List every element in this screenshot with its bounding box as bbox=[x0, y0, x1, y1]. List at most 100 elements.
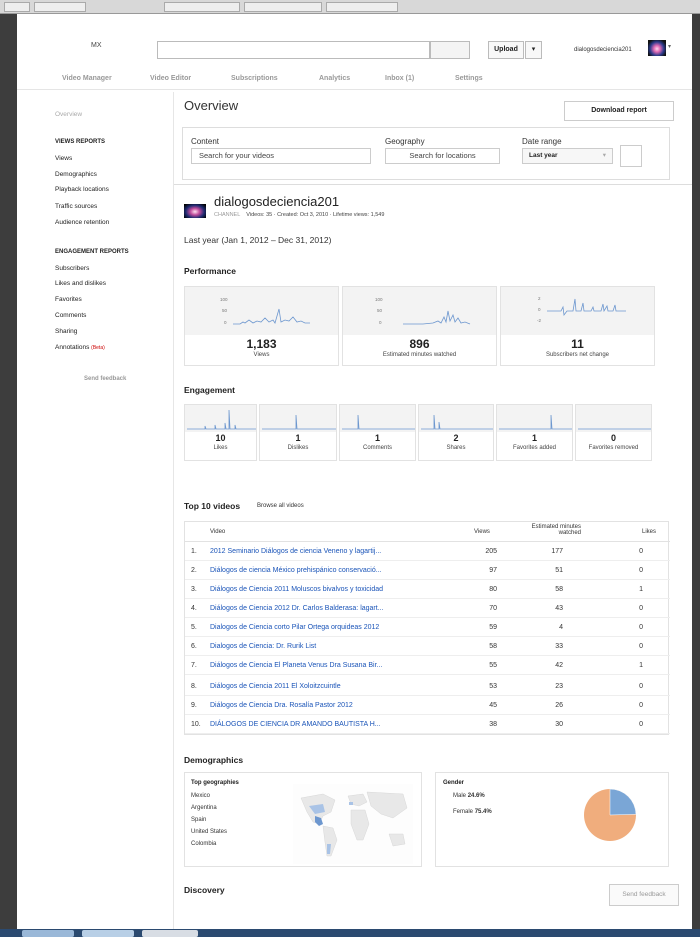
col-likes[interactable]: Likes bbox=[642, 529, 656, 535]
sidebar-item-audience-retention[interactable]: Audience retention bbox=[55, 219, 109, 226]
engagement-card-likes[interactable]: 10 Likes bbox=[184, 404, 257, 461]
subscribers-label: Subscribers net change bbox=[545, 352, 610, 358]
table-row[interactable]: 2. Diálogos de ciencia México prehispánic… bbox=[185, 562, 670, 580]
geography-search-input[interactable]: Search for locations bbox=[385, 148, 500, 164]
channel-stats: Videos: 35 · Created: Oct 3, 2010 · Life… bbox=[246, 212, 385, 218]
video-title-link[interactable]: Diálogos de Ciencia 2011 Moluscos bivalv… bbox=[210, 586, 383, 593]
video-title-link[interactable]: 2012 Seminario Diálogos de ciencia Venen… bbox=[210, 548, 381, 555]
mini-chart-svg bbox=[342, 414, 415, 430]
date-range-label: Date range bbox=[522, 137, 562, 146]
gender-pie-chart bbox=[584, 788, 637, 841]
engagement-card-comments[interactable]: 1 Comments bbox=[339, 404, 416, 461]
minutes-cell: 4 bbox=[559, 624, 563, 631]
performance-card-subscribers[interactable]: 2 0 -2 11 Subscribers net change bbox=[500, 286, 655, 366]
video-title-link[interactable]: Diálogos de Ciencia 2012 Dr. Carlos Bald… bbox=[210, 605, 384, 612]
table-row[interactable]: 10. DIÁLOGOS DE CIENCIA DR AMANDO BAUTIST… bbox=[185, 716, 670, 734]
taskbar-button[interactable] bbox=[142, 930, 198, 937]
engagement-card-favorites-removed[interactable]: 0 Favorites removed bbox=[575, 404, 652, 461]
upload-dropdown-icon[interactable]: ▾ bbox=[525, 41, 542, 59]
sidebar-item-subscribers[interactable]: Subscribers bbox=[55, 265, 89, 272]
table-row[interactable]: 9. Diálogos de Ciencia Dra. Rosalía Pasto… bbox=[185, 697, 670, 715]
sidebar-heading-views: VIEWS REPORTS bbox=[55, 139, 106, 145]
views-cell: 58 bbox=[489, 643, 497, 650]
send-feedback-button[interactable]: Send feedback bbox=[609, 884, 679, 906]
geography-label: Geography bbox=[385, 137, 425, 146]
channel-meta: CHANNEL Videos: 35 · Created: Oct 3, 2010… bbox=[214, 212, 384, 218]
browser-tab[interactable] bbox=[326, 2, 398, 12]
compare-checkbox[interactable] bbox=[620, 145, 642, 167]
col-video[interactable]: Video bbox=[210, 529, 225, 535]
performance-card-views[interactable]: 100 50 0 1,183 Views bbox=[184, 286, 339, 366]
video-title-link[interactable]: DIÁLOGOS DE CIENCIA DR AMANDO BAUTISTA H… bbox=[210, 721, 381, 728]
mini-chart-line bbox=[499, 414, 572, 430]
table-row[interactable]: 3. Diálogos de Ciencia 2011 Moluscos biva… bbox=[185, 581, 670, 599]
sidebar-item-views[interactable]: Views bbox=[55, 155, 72, 162]
video-title-link[interactable]: Diálogos de ciencia México prehispánico … bbox=[210, 567, 382, 574]
views-cell: 38 bbox=[489, 721, 497, 728]
upload-button[interactable]: Upload bbox=[488, 41, 524, 59]
engagement-card-shares[interactable]: 2 Shares bbox=[418, 404, 494, 461]
browse-all-videos-link[interactable]: Browse all videos bbox=[257, 503, 304, 509]
engagement-card-dislikes[interactable]: 1 Dislikes bbox=[259, 404, 337, 461]
video-title-link[interactable]: Diálogos de Ciencia 2011 El Xoloitzcuint… bbox=[210, 683, 341, 690]
engagement-title: Engagement bbox=[184, 385, 236, 395]
favorites-removed-label: Favorites removed bbox=[588, 445, 639, 451]
username-link[interactable]: dialogosdeciencia201 bbox=[574, 47, 632, 53]
nav-video-manager[interactable]: Video Manager bbox=[62, 75, 112, 82]
col-views[interactable]: Views bbox=[474, 529, 490, 535]
sidebar-item-traffic-sources[interactable]: Traffic sources bbox=[55, 203, 97, 210]
table-row[interactable]: 1. 2012 Seminario Diálogos de ciencia Ven… bbox=[185, 543, 670, 561]
comments-count: 1 bbox=[374, 433, 380, 443]
table-row[interactable]: 7. Diálogos de Ciencia El Planeta Venus D… bbox=[185, 657, 670, 675]
sidebar-item-sharing[interactable]: Sharing bbox=[55, 328, 77, 335]
minutes-cell: 43 bbox=[555, 605, 563, 612]
video-title-link[interactable]: Diálogos de Ciencia El Planeta Venus Dra… bbox=[210, 662, 382, 669]
nav-subscriptions[interactable]: Subscriptions bbox=[231, 75, 278, 82]
date-range-value: Last year bbox=[529, 152, 558, 159]
gender-heading: Gender bbox=[443, 780, 465, 786]
table-row[interactable]: 8. Diálogos de Ciencia 2011 El Xoloitzcui… bbox=[185, 678, 670, 696]
sidebar-item-likes-dislikes[interactable]: Likes and dislikes bbox=[55, 280, 106, 287]
row-index: 5. bbox=[191, 624, 197, 631]
avatar[interactable] bbox=[648, 40, 666, 56]
sparkline-svg bbox=[233, 308, 310, 325]
favorites-added-count: 1 bbox=[531, 433, 537, 443]
nav-inbox[interactable]: Inbox (1) bbox=[385, 75, 414, 82]
table-row[interactable]: 4. Diálogos de Ciencia 2012 Dr. Carlos Ba… bbox=[185, 600, 670, 618]
col-minutes[interactable]: Estimated minutes watched bbox=[523, 524, 581, 536]
sidebar-item-favorites[interactable]: Favorites bbox=[55, 296, 82, 303]
date-range-select[interactable]: Last year ▾ bbox=[522, 148, 613, 164]
female-label: Female bbox=[453, 809, 474, 815]
chevron-down-icon[interactable]: ▾ bbox=[668, 43, 671, 50]
sidebar-item-annotations[interactable]: Annotations (Beta) bbox=[55, 344, 105, 351]
table-row[interactable]: 6. Dialogos de Ciencia: Dr. Rurik List 58 3… bbox=[185, 638, 670, 656]
views-cell: 205 bbox=[485, 548, 497, 555]
col-minutes-line2: watched bbox=[558, 530, 581, 536]
row-index: 3. bbox=[191, 586, 197, 593]
nav-analytics[interactable]: Analytics bbox=[319, 75, 350, 82]
search-input[interactable] bbox=[157, 41, 430, 59]
performance-card-minutes[interactable]: 100 50 0 896 Estimated minutes watched bbox=[342, 286, 497, 366]
sparkline-views: 100 50 0 bbox=[185, 287, 338, 335]
search-button[interactable] bbox=[430, 41, 470, 59]
sidebar-item-overview[interactable]: Overview bbox=[55, 111, 82, 118]
browser-tab[interactable] bbox=[34, 2, 86, 12]
engagement-card-favorites-added[interactable]: 1 Favorites added bbox=[496, 404, 573, 461]
browser-tab[interactable] bbox=[244, 2, 322, 12]
video-title-link[interactable]: Diálogos de Ciencia Dra. Rosalía Pastor … bbox=[210, 702, 353, 709]
video-title-link[interactable]: Dialogos de Ciencia corto Pilar Ortega o… bbox=[210, 624, 379, 631]
sidebar-item-playback-locations[interactable]: Playback locations bbox=[55, 186, 109, 193]
table-row[interactable]: 5. Dialogos de Ciencia corto Pilar Ortega… bbox=[185, 619, 670, 637]
nav-video-editor[interactable]: Video Editor bbox=[150, 75, 191, 82]
browser-tab[interactable] bbox=[164, 2, 240, 12]
video-title-link[interactable]: Dialogos de Ciencia: Dr. Rurik List bbox=[210, 643, 316, 650]
download-report-button[interactable]: Download report bbox=[564, 101, 674, 121]
sidebar-item-comments[interactable]: Comments bbox=[55, 312, 86, 319]
content-search-input[interactable]: Search for your videos bbox=[191, 148, 371, 164]
taskbar-button[interactable] bbox=[22, 930, 74, 937]
browser-tab[interactable] bbox=[4, 2, 30, 12]
nav-settings[interactable]: Settings bbox=[455, 75, 483, 82]
taskbar-button[interactable] bbox=[82, 930, 134, 937]
sidebar-item-demographics[interactable]: Demographics bbox=[55, 171, 97, 178]
send-feedback-link[interactable]: Send feedback bbox=[84, 376, 126, 382]
